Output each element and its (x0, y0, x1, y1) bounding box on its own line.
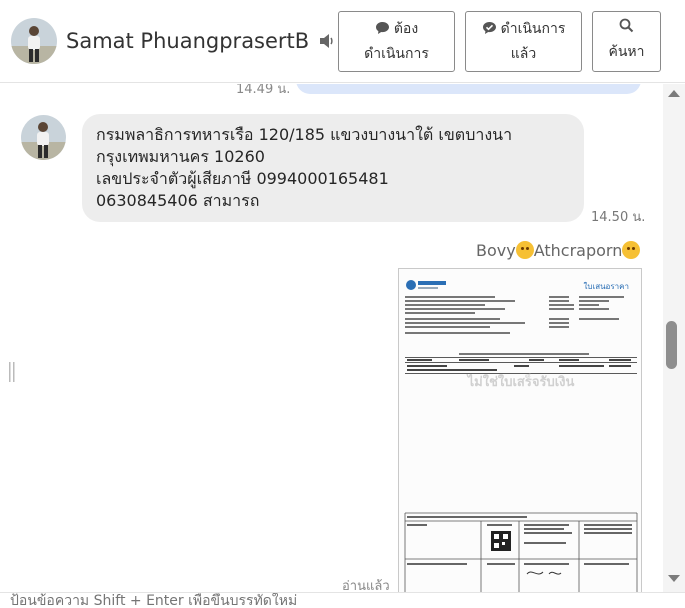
reply-sender-name: Bovy Athcraporn (476, 241, 641, 260)
message-time: 14.50 น. (591, 210, 646, 225)
read-status: อ่านแล้ว (342, 579, 390, 592)
scroll-down-arrow-icon[interactable] (668, 575, 680, 582)
done-label-line2: แล้ว (510, 46, 537, 62)
search-icon (619, 18, 634, 37)
search-label: ค้นหา (608, 44, 645, 60)
sender-name-part: Bovy (476, 241, 516, 260)
speaker-icon[interactable] (318, 32, 336, 50)
message-line: เลขประจำตัวผู้เสียภาษี 0994000165481 (96, 169, 389, 188)
todo-label-line1: ต้อง (393, 21, 419, 37)
message-list[interactable]: 14.49 น. กรมพลาธิการทหารเรือ 120/185 แขว… (0, 84, 663, 592)
check-bubble-icon (482, 20, 497, 43)
quotation-title: ใบเสนอราคา (583, 282, 629, 291)
contact-avatar[interactable] (11, 18, 57, 64)
todo-button[interactable]: ต้อง ดำเนินการ (338, 11, 455, 72)
panel-resize-handle[interactable] (8, 362, 16, 387)
incoming-message-bubble[interactable]: กรมพลาธิการทหารเรือ 120/185 แขวงบางนาใต้… (82, 114, 584, 222)
message-avatar[interactable] (21, 115, 66, 160)
previous-message-time: 14.49 น. (236, 84, 291, 97)
message-line: 0630845406 สามารถ (96, 191, 260, 210)
message-composer (0, 592, 685, 608)
smile-emoji-icon (622, 241, 641, 259)
message-input[interactable] (0, 593, 663, 608)
search-button[interactable]: ค้นหา (592, 11, 661, 72)
done-label-line1: ดำเนินการ (500, 21, 566, 37)
chat-scrollbar[interactable] (663, 84, 685, 592)
message-line: กรุงเทพมหานคร 10260 (96, 147, 265, 166)
quotation-image[interactable]: ใบเสนอราคา ไม่ใช่ใบเสร็จรับเงิน (398, 268, 642, 592)
contact-name: Samat PhuangprasertB (66, 29, 310, 53)
message-line: กรมพลาธิการทหารเรือ 120/185 แขวงบางนาใต้… (96, 125, 513, 144)
previous-outgoing-bubble (296, 84, 641, 94)
sender-name-part: Athcraporn (533, 241, 623, 260)
hug-emoji-icon (515, 241, 534, 259)
chat-bubble-icon (375, 20, 390, 43)
todo-label-line2: ดำเนินการ (364, 46, 429, 62)
scrollbar-thumb[interactable] (666, 321, 677, 369)
scroll-up-arrow-icon[interactable] (668, 90, 680, 97)
watermark-text: ไม่ใช่ใบเสร็จรับเงิน (466, 372, 575, 390)
done-button[interactable]: ดำเนินการ แล้ว (465, 11, 582, 72)
chat-header: Samat PhuangprasertB ต้อง ดำเนินการ ดำเน… (0, 0, 685, 83)
